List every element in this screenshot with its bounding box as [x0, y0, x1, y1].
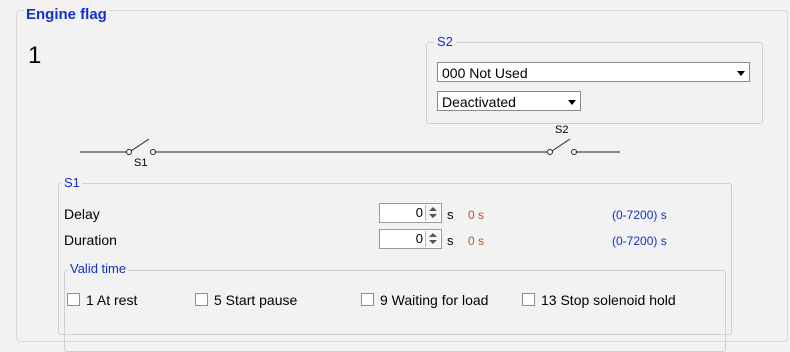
s2-group-title: S2 [434, 34, 456, 49]
spinner-arrows-icon[interactable] [425, 205, 440, 221]
s2-function-value: 000 Not Used [442, 65, 528, 81]
duration-input[interactable]: 0 [379, 229, 442, 249]
duration-value: 0 [415, 231, 423, 246]
checkbox-start-pause[interactable]: 5 Start pause [195, 292, 297, 308]
checkbox-at-rest[interactable]: 1 At rest [67, 292, 137, 308]
s2-function-select[interactable]: 000 Not Used [437, 62, 750, 82]
delay-unit: s [447, 207, 454, 222]
delay-actual: 0 s [468, 208, 485, 222]
valid-time-title: Valid time [68, 261, 129, 276]
spinner-arrows-icon[interactable] [425, 231, 440, 247]
duration-unit: s [447, 233, 454, 248]
delay-range: (0-7200) s [612, 208, 667, 222]
chevron-down-icon [737, 71, 745, 76]
checkbox-box[interactable] [361, 293, 374, 306]
s1-group-title: S1 [62, 175, 82, 190]
chevron-down-icon [568, 100, 576, 105]
valid-time-group [64, 270, 726, 352]
duration-range: (0-7200) s [612, 234, 667, 248]
group-title: Engine flag [24, 6, 109, 23]
flag-number: 1 [28, 42, 42, 69]
checkbox-waiting-for-load[interactable]: 9 Waiting for load [361, 292, 488, 308]
checkbox-label: 5 Start pause [214, 292, 298, 308]
delay-label: Delay [64, 206, 100, 222]
diagram-s1-label: S1 [134, 157, 148, 169]
checkbox-label: 9 Waiting for load [380, 292, 489, 308]
checkbox-stop-solenoid-hold[interactable]: 13 Stop solenoid hold [522, 292, 676, 308]
checkbox-label: 1 At rest [86, 292, 138, 308]
s2-mode-value: Deactivated [442, 94, 516, 110]
duration-label: Duration [64, 232, 117, 248]
delay-value: 0 [415, 205, 423, 220]
checkbox-box[interactable] [522, 293, 535, 306]
delay-input[interactable]: 0 [379, 203, 442, 223]
duration-actual: 0 s [468, 234, 485, 248]
checkbox-box[interactable] [195, 293, 208, 306]
checkbox-box[interactable] [67, 293, 80, 306]
checkbox-label: 13 Stop solenoid hold [541, 292, 676, 308]
diagram-s2-label: S2 [555, 124, 569, 136]
s2-mode-select[interactable]: Deactivated [437, 91, 581, 111]
